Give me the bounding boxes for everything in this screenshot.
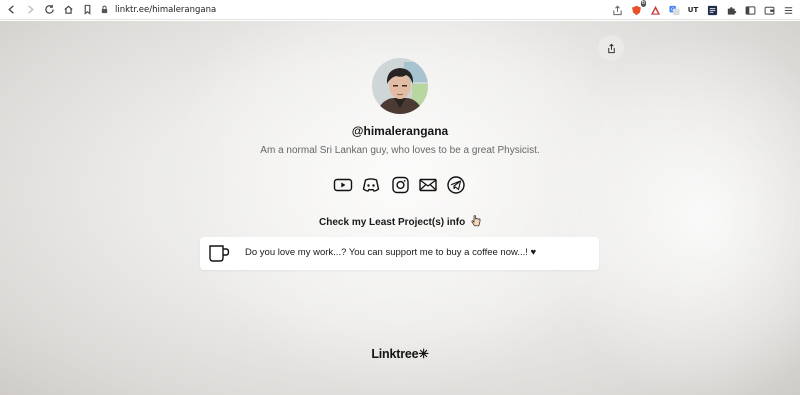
link-label: Do you love my work...? You can support …	[245, 247, 537, 258]
url-text[interactable]: linktr.ee/himalerangana	[115, 5, 216, 15]
translate-icon[interactable]: G	[667, 3, 681, 17]
home-icon[interactable]	[60, 2, 76, 18]
menu-icon[interactable]	[781, 3, 795, 17]
coffee-cup-icon	[209, 245, 230, 262]
discord-icon[interactable]	[360, 175, 382, 195]
bookmark-icon[interactable]	[79, 2, 95, 18]
brave-rewards-icon[interactable]	[648, 3, 662, 17]
social-icons-row	[332, 175, 467, 195]
puzzle-extensions-icon[interactable]	[724, 3, 738, 17]
brave-badge: 6	[640, 0, 646, 7]
reload-icon[interactable]	[41, 2, 57, 18]
wallet-icon[interactable]	[762, 3, 776, 17]
email-icon[interactable]	[417, 175, 439, 195]
sidebar-icon[interactable]	[743, 3, 757, 17]
instagram-icon[interactable]	[389, 175, 411, 195]
pointing-down-hand-icon	[471, 215, 481, 227]
back-icon[interactable]	[3, 2, 19, 18]
share-button[interactable]	[598, 35, 624, 61]
section-header: Check my Least Project(s) info	[0, 215, 800, 228]
telegram-icon[interactable]	[445, 175, 467, 195]
address-bar[interactable]: linktr.ee/himalerangana	[100, 2, 620, 18]
brave-shield-icon[interactable]: 6	[629, 0, 646, 17]
ut-extension-icon[interactable]: UT	[686, 3, 700, 17]
profile-username: @himalerangana	[351, 124, 449, 138]
browser-toolbar: linktr.ee/himalerangana 6 G UT	[0, 0, 800, 20]
link-card[interactable]: Do you love my work...? You can support …	[200, 237, 599, 270]
share-icon	[607, 43, 615, 53]
checklist-extension-icon[interactable]	[705, 3, 719, 17]
extensions-area: 6 G UT	[610, 0, 800, 18]
lock-icon[interactable]	[100, 1, 109, 19]
avatar	[372, 58, 428, 114]
share-page-icon[interactable]	[610, 3, 624, 17]
svg-text:G: G	[670, 7, 674, 13]
linktree-logo[interactable]: Linktree✳	[0, 346, 800, 361]
forward-icon[interactable]	[22, 2, 38, 18]
youtube-icon[interactable]	[332, 175, 354, 195]
linktree-page: @himalerangana Am a normal Sri Lankan gu…	[0, 21, 800, 395]
profile-bio: Am a normal Sri Lankan guy, who loves to…	[260, 145, 540, 156]
section-header-text: Check my Least Project(s) info	[319, 217, 466, 228]
